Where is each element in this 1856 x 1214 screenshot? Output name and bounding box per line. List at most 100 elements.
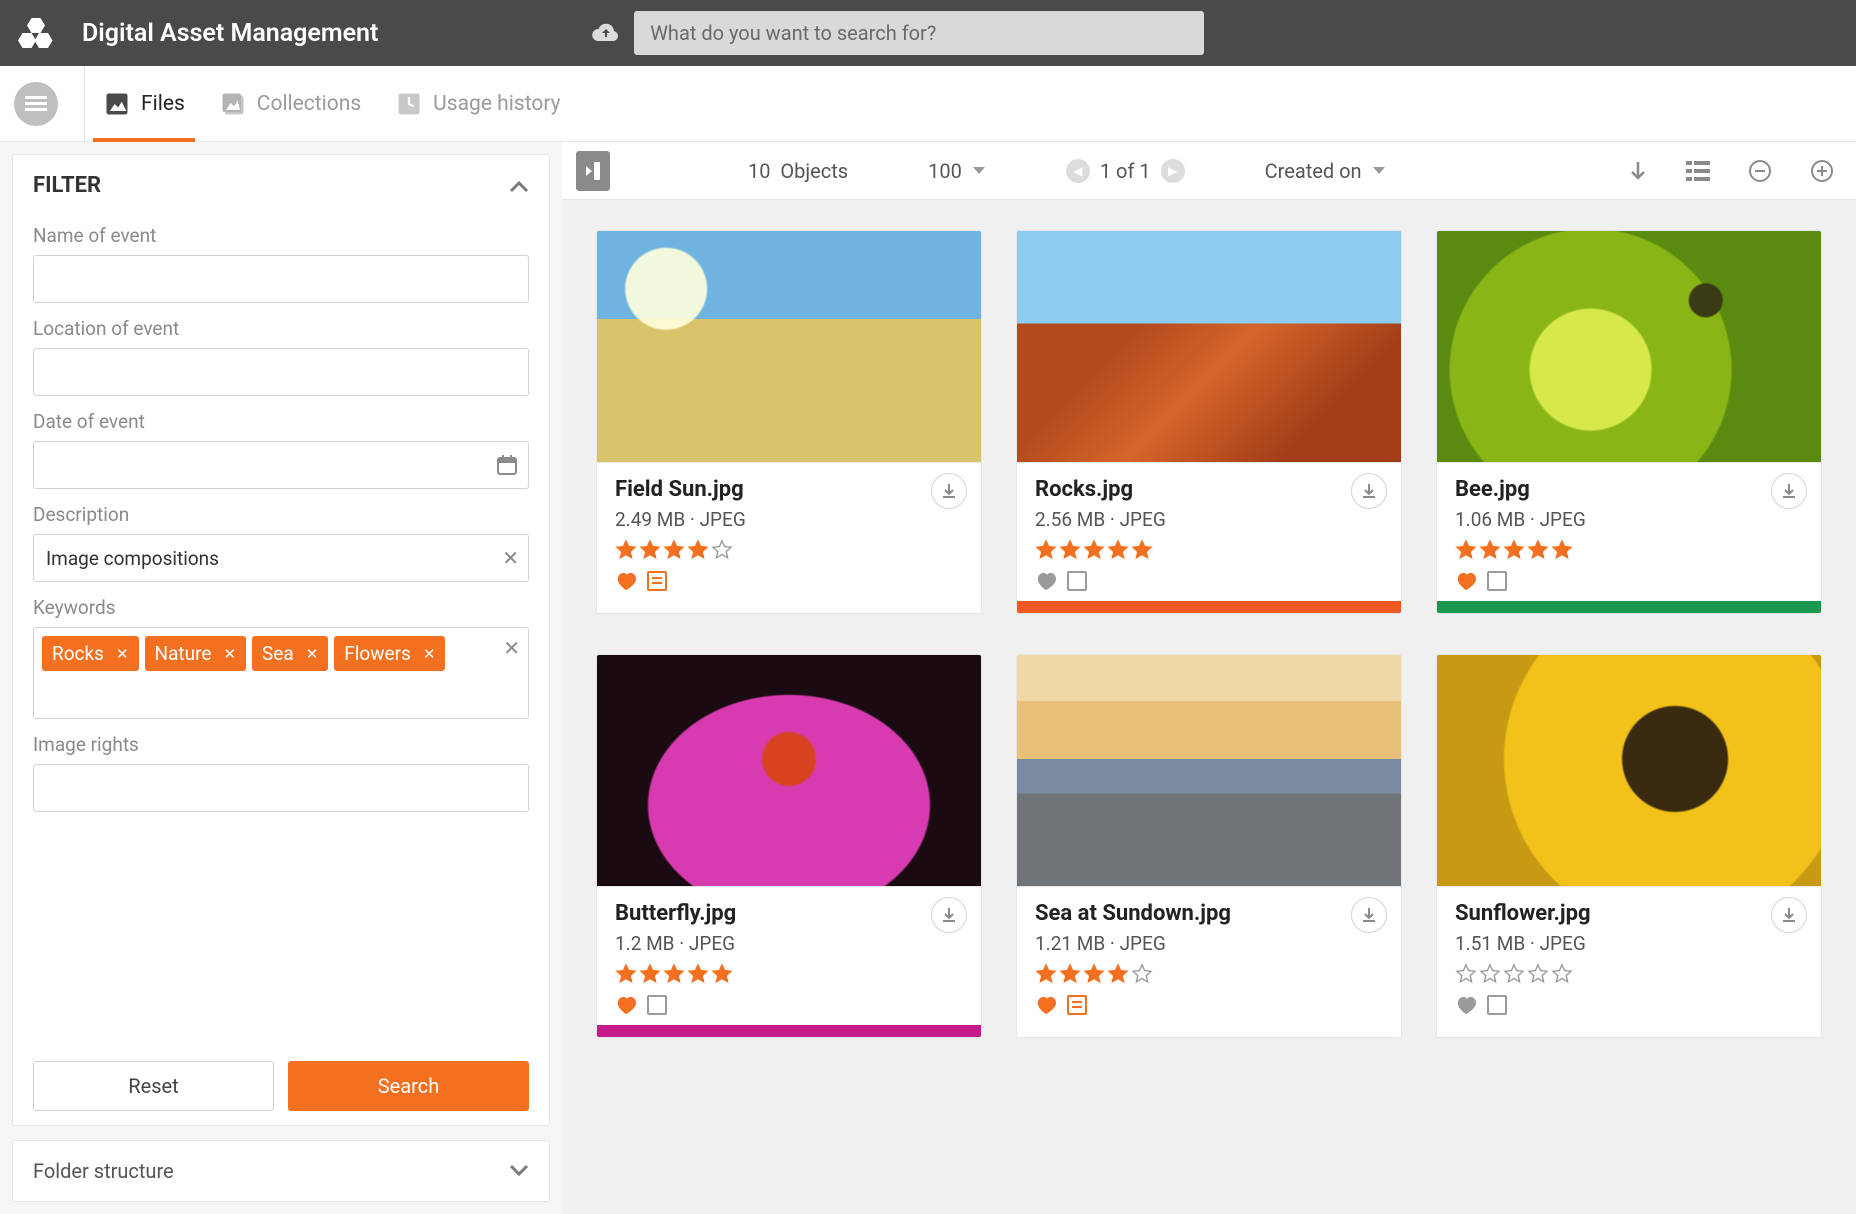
caret-down-icon	[972, 166, 986, 176]
thumbnail[interactable]	[1017, 655, 1401, 887]
star-icon[interactable]	[1083, 539, 1105, 561]
star-icon[interactable]	[1059, 963, 1081, 985]
chevron-up-icon[interactable]	[509, 179, 529, 193]
zoom-out-icon[interactable]	[1748, 159, 1772, 183]
note-icon[interactable]	[1487, 995, 1507, 1015]
thumbnail[interactable]	[1437, 655, 1821, 887]
zoom-in-icon[interactable]	[1810, 159, 1834, 183]
star-icon[interactable]	[1455, 539, 1477, 561]
favorite-icon[interactable]	[1035, 571, 1057, 591]
search-button[interactable]: Search	[288, 1061, 529, 1111]
sort-select[interactable]: Created on	[1265, 159, 1386, 183]
star-icon[interactable]	[663, 539, 685, 561]
asset-card[interactable]: Sunflower.jpg 1.51 MB · JPEG	[1436, 654, 1822, 1038]
rights-input[interactable]	[33, 764, 529, 812]
per-page-select[interactable]: 100	[928, 159, 986, 183]
star-icon[interactable]	[1107, 539, 1129, 561]
download-button[interactable]	[1351, 897, 1387, 933]
note-icon[interactable]	[647, 995, 667, 1015]
star-icon[interactable]	[1479, 539, 1501, 561]
star-icon[interactable]	[1035, 539, 1057, 561]
star-icon[interactable]	[615, 963, 637, 985]
reset-button[interactable]: Reset	[33, 1061, 274, 1111]
star-icon[interactable]	[711, 539, 733, 561]
prev-page-button[interactable]: ◀	[1066, 159, 1090, 183]
collapse-sidebar-button[interactable]	[576, 151, 610, 191]
asset-card[interactable]: Bee.jpg 1.06 MB · JPEG	[1436, 230, 1822, 614]
tag-label: Rocks	[52, 642, 104, 665]
note-icon[interactable]	[1067, 995, 1087, 1015]
remove-tag-icon[interactable]: ✕	[306, 645, 319, 663]
cloud-upload-icon[interactable]	[592, 22, 620, 44]
file-meta: 1.51 MB · JPEG	[1455, 932, 1803, 955]
description-input[interactable]	[33, 534, 529, 582]
download-button[interactable]	[931, 897, 967, 933]
asset-card[interactable]: Sea at Sundown.jpg 1.21 MB · JPEG	[1016, 654, 1402, 1038]
results-toolbar: 10 Objects 100 ◀ 1 of 1 ▶ Created on	[562, 142, 1856, 200]
star-icon[interactable]	[615, 539, 637, 561]
star-icon[interactable]	[687, 539, 709, 561]
note-icon[interactable]	[1067, 571, 1087, 591]
star-icon[interactable]	[1551, 539, 1573, 561]
sort-direction-icon[interactable]	[1628, 160, 1648, 182]
star-icon[interactable]	[1479, 963, 1501, 985]
star-icon[interactable]	[1527, 963, 1549, 985]
favorite-icon[interactable]	[1455, 995, 1477, 1015]
favorite-icon[interactable]	[1455, 571, 1477, 591]
star-icon[interactable]	[639, 963, 661, 985]
clear-keywords-icon[interactable]: ✕	[503, 636, 520, 660]
asset-card[interactable]: Field Sun.jpg 2.49 MB · JPEG	[596, 230, 982, 614]
keyword-tag[interactable]: Sea✕	[252, 636, 328, 671]
folder-structure-panel[interactable]: Folder structure	[12, 1140, 550, 1202]
star-icon[interactable]	[1107, 963, 1129, 985]
menu-button[interactable]	[14, 82, 58, 126]
star-icon[interactable]	[1131, 963, 1153, 985]
star-icon[interactable]	[1503, 539, 1525, 561]
tab-usage-history[interactable]: Usage history	[395, 66, 560, 141]
favorite-icon[interactable]	[1035, 995, 1057, 1015]
star-icon[interactable]	[1131, 539, 1153, 561]
note-icon[interactable]	[647, 571, 667, 591]
keyword-tag[interactable]: Rocks ✕	[42, 636, 139, 671]
next-page-button[interactable]: ▶	[1161, 159, 1185, 183]
asset-card[interactable]: Butterfly.jpg 1.2 MB · JPEG	[596, 654, 982, 1038]
remove-tag-icon[interactable]: ✕	[223, 645, 236, 663]
star-icon[interactable]	[639, 539, 661, 561]
thumbnail[interactable]	[597, 655, 981, 887]
favorite-icon[interactable]	[615, 571, 637, 591]
star-icon[interactable]	[1527, 539, 1549, 561]
keywords-input[interactable]: Rocks✕Nature✕Sea✕Flowers✕✕	[33, 627, 529, 719]
tab-files[interactable]: Files	[103, 66, 185, 141]
download-button[interactable]	[931, 473, 967, 509]
grid-view-icon[interactable]	[1686, 161, 1710, 181]
clear-description-icon[interactable]: ✕	[502, 546, 519, 570]
star-icon[interactable]	[1059, 539, 1081, 561]
remove-tag-icon[interactable]: ✕	[116, 645, 129, 663]
favorite-icon[interactable]	[615, 995, 637, 1015]
star-icon[interactable]	[1503, 963, 1525, 985]
tab-collections[interactable]: Collections	[219, 66, 361, 141]
star-icon[interactable]	[1083, 963, 1105, 985]
thumbnail[interactable]	[597, 231, 981, 463]
calendar-icon[interactable]	[495, 453, 519, 477]
name-input[interactable]	[33, 255, 529, 303]
download-button[interactable]	[1771, 897, 1807, 933]
download-button[interactable]	[1771, 473, 1807, 509]
date-input[interactable]	[33, 441, 529, 489]
star-icon[interactable]	[1035, 963, 1057, 985]
star-icon[interactable]	[711, 963, 733, 985]
keyword-tag[interactable]: Flowers✕	[334, 636, 445, 671]
asset-card[interactable]: Rocks.jpg 2.56 MB · JPEG	[1016, 230, 1402, 614]
search-input[interactable]	[634, 11, 1204, 55]
note-icon[interactable]	[1487, 571, 1507, 591]
thumbnail[interactable]	[1017, 231, 1401, 463]
star-icon[interactable]	[1551, 963, 1573, 985]
remove-tag-icon[interactable]: ✕	[423, 645, 436, 663]
download-button[interactable]	[1351, 473, 1387, 509]
keyword-tag[interactable]: Nature✕	[145, 636, 247, 671]
thumbnail[interactable]	[1437, 231, 1821, 463]
location-input[interactable]	[33, 348, 529, 396]
star-icon[interactable]	[687, 963, 709, 985]
star-icon[interactable]	[1455, 963, 1477, 985]
star-icon[interactable]	[663, 963, 685, 985]
